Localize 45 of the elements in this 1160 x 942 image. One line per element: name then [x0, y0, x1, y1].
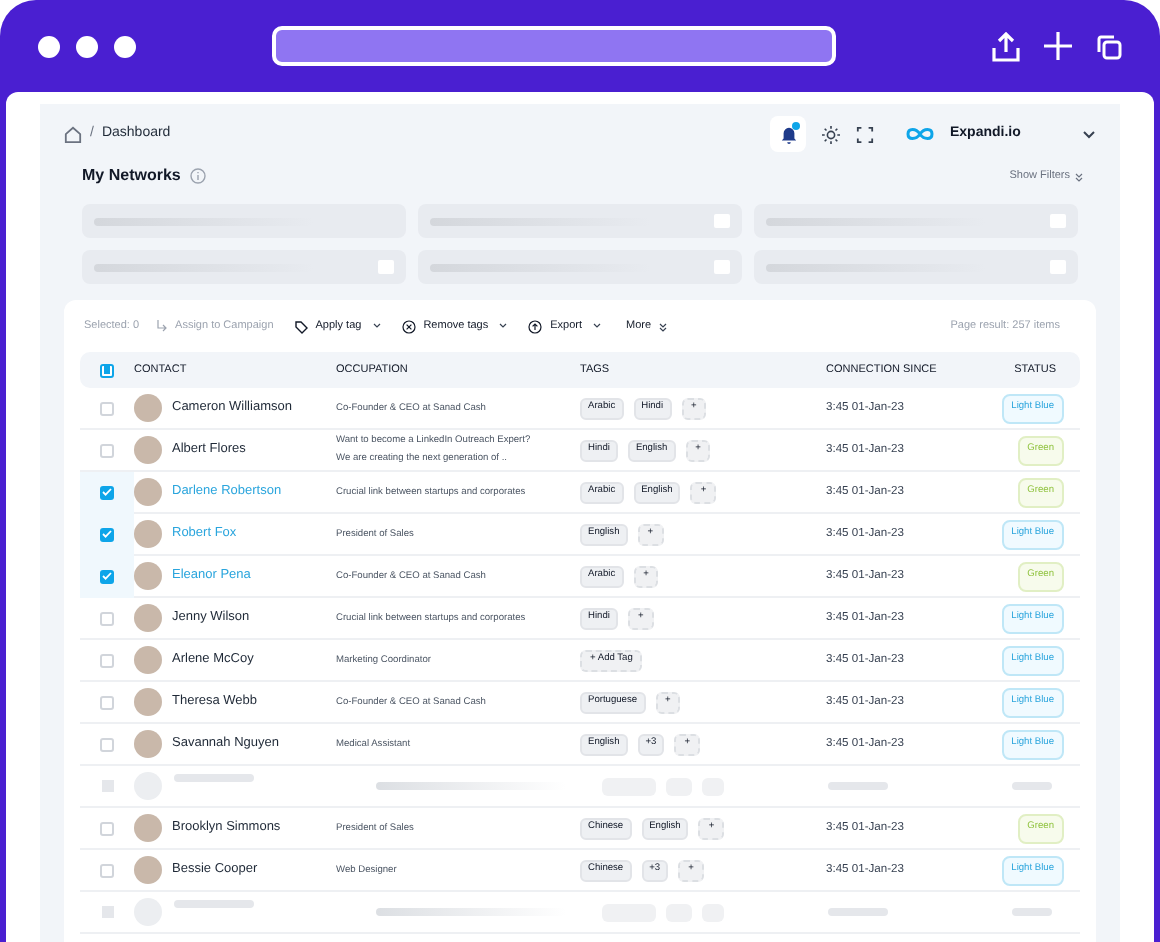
- sun-icon[interactable]: [822, 125, 840, 143]
- row-checkbox[interactable]: [100, 401, 114, 415]
- notification-button[interactable]: [770, 116, 806, 152]
- row-checkbox[interactable]: [100, 443, 114, 457]
- double-chevron-icon[interactable]: [1074, 171, 1084, 181]
- redirect-arrow-icon: [155, 320, 168, 332]
- plus-icon[interactable]: [1044, 32, 1072, 60]
- row-checkbox[interactable]: [100, 611, 114, 625]
- avatar: [134, 646, 162, 674]
- row-checkbox[interactable]: [100, 863, 114, 877]
- chevron-down-icon[interactable]: [592, 322, 603, 330]
- page-title: My Networks: [82, 164, 181, 188]
- row-checkbox[interactable]: [100, 695, 114, 709]
- avatar: [134, 520, 162, 548]
- chevron-down-icon[interactable]: [371, 322, 382, 330]
- avatar: [134, 394, 162, 422]
- avatar: [134, 478, 162, 506]
- avatar: [134, 562, 162, 590]
- share-icon[interactable]: [992, 31, 1020, 61]
- select-all-checkbox[interactable]: [100, 363, 114, 377]
- infinity-logo-icon: [906, 124, 934, 144]
- copy-icon[interactable]: [1096, 33, 1122, 59]
- avatar: [134, 814, 162, 842]
- row-checkbox[interactable]: [100, 821, 114, 835]
- chevron-down-icon[interactable]: [1082, 129, 1096, 139]
- check-icon: [102, 530, 112, 538]
- tag-icon: [293, 319, 308, 333]
- chevron-down-icon[interactable]: [498, 322, 509, 330]
- row-checkbox[interactable]: [100, 737, 114, 751]
- remove-circle-icon: [401, 319, 416, 333]
- row-checkbox[interactable]: [100, 653, 114, 667]
- bell-icon: [779, 125, 797, 143]
- home-icon[interactable]: [64, 125, 82, 143]
- export-icon: [528, 319, 543, 333]
- check-icon: [102, 572, 112, 580]
- avatar: [134, 436, 162, 464]
- fullscreen-icon[interactable]: [856, 125, 874, 143]
- avatar: [134, 730, 162, 758]
- info-icon[interactable]: [190, 168, 207, 184]
- address-bar[interactable]: [272, 26, 836, 66]
- avatar: [134, 688, 162, 716]
- double-chevron-icon[interactable]: [657, 321, 668, 331]
- check-icon: [102, 488, 112, 496]
- avatar: [134, 604, 162, 632]
- avatar: [134, 856, 162, 884]
